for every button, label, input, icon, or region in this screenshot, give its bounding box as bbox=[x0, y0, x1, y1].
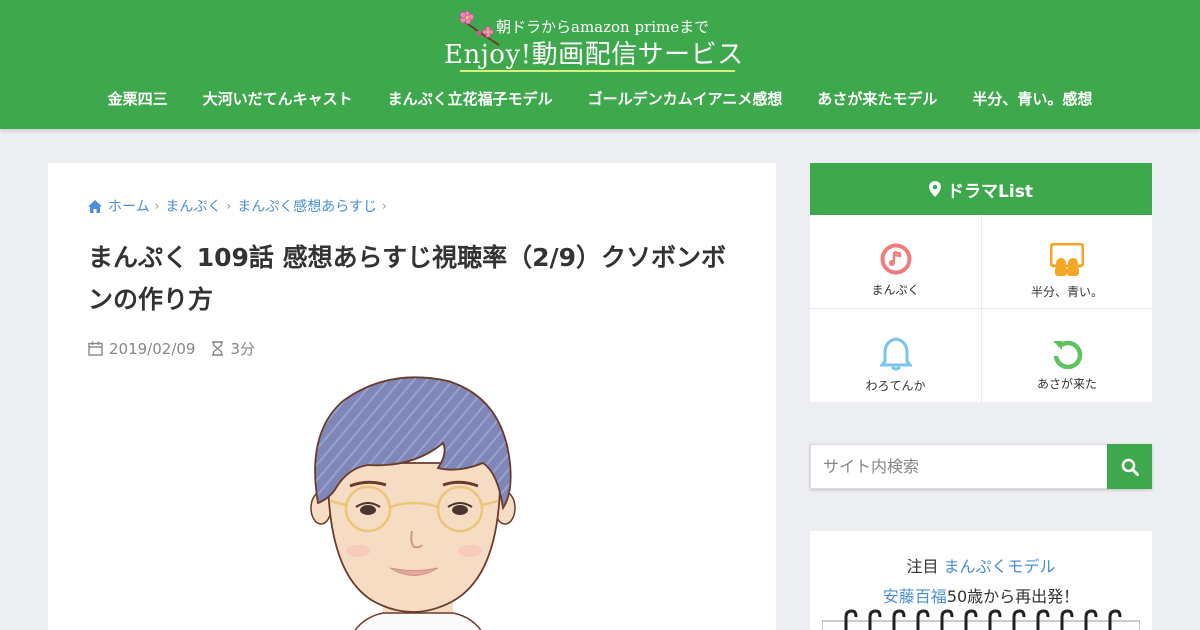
breadcrumb-manpuku-review[interactable]: まんぷく感想あらすじ bbox=[237, 196, 377, 216]
refresh-icon bbox=[1053, 340, 1083, 369]
calendar-icon bbox=[88, 341, 103, 356]
promo-link-manpuku-model[interactable]: まんぷくモデル bbox=[944, 557, 1056, 576]
read-time-text: 3分 bbox=[230, 340, 256, 358]
breadcrumb-manpuku[interactable]: まんぷく bbox=[165, 196, 221, 216]
map-pin-icon bbox=[929, 181, 942, 197]
drama-item-warotenka[interactable]: わろてんか bbox=[810, 309, 981, 402]
search-button[interactable] bbox=[1107, 444, 1152, 489]
breadcrumb: ホーム › まんぷく › まんぷく感想あらすじ › bbox=[88, 196, 393, 216]
article-card: ホーム › まんぷく › まんぷく感想あらすじ › まんぷく 109話 感想あら… bbox=[48, 163, 776, 630]
post-date: 2019/02/09 bbox=[88, 340, 195, 358]
promo-line-2: 安藤百福50歳から再出発！ bbox=[810, 583, 1152, 607]
article-meta: 2019/02/09 3分 bbox=[88, 338, 271, 359]
nav-item-asa-ga-kita[interactable]: あさが来たモデル bbox=[817, 88, 937, 109]
post-date-text: 2019/02/09 bbox=[109, 339, 196, 358]
sidebar-heading-text: ドラマList bbox=[947, 181, 1033, 202]
breadcrumb-home[interactable]: ホーム bbox=[108, 196, 150, 216]
nav-item-hanbun-aoi[interactable]: 半分、青い。感想 bbox=[972, 88, 1092, 109]
sidebar-drama-list-heading: ドラマList bbox=[810, 163, 1152, 215]
logo-underline bbox=[460, 70, 735, 72]
chevron-right-icon: › bbox=[226, 199, 232, 213]
search-icon bbox=[1121, 458, 1139, 476]
drama-item-label: 半分、青い。 bbox=[1030, 285, 1103, 299]
logo-title: Enjoy!動画配信サービス bbox=[444, 40, 744, 70]
nav-item-manpuku-model[interactable]: まんぷく立花福子モデル bbox=[388, 88, 553, 109]
promo-prefix: 注目 bbox=[906, 557, 939, 576]
nav-item-golden-kamuy[interactable]: ゴールデンカムイアニメ感想 bbox=[588, 88, 783, 109]
site-header: 朝ドラからamazon primeまで Enjoy!動画配信サービス 金栗四三 … bbox=[0, 0, 1200, 129]
people-board-icon bbox=[1050, 243, 1084, 276]
drama-item-label: あさが来た bbox=[1036, 377, 1097, 391]
promo-link-ando-momofuku[interactable]: 安藤百福 bbox=[883, 587, 947, 606]
promo-widget: 注目 まんぷくモデル 安藤百福50歳から再出発！ bbox=[810, 531, 1152, 630]
hourglass-icon bbox=[212, 341, 224, 356]
spiral-notebook-image bbox=[822, 609, 1140, 630]
chevron-right-icon: › bbox=[154, 199, 160, 213]
drama-item-label: まんぷく bbox=[871, 283, 920, 297]
promo-line-1: 注目 まんぷくモデル bbox=[810, 553, 1152, 577]
music-note-icon bbox=[880, 243, 911, 275]
nav-item-kanakuri[interactable]: 金栗四三 bbox=[108, 88, 168, 109]
bell-icon bbox=[879, 337, 912, 371]
chevron-right-icon: › bbox=[381, 199, 387, 213]
drama-item-manpuku[interactable]: まんぷく bbox=[810, 215, 981, 308]
search-input[interactable] bbox=[810, 444, 1107, 489]
home-icon bbox=[88, 199, 102, 213]
promo-suffix: 50歳から再出発！ bbox=[946, 587, 1080, 606]
site-search bbox=[810, 444, 1152, 489]
eyecatch-illustration bbox=[310, 376, 516, 630]
read-time: 3分 bbox=[211, 338, 255, 359]
drama-list-grid: まんぷく 半分、青い。 わろてんか あさが来た bbox=[810, 215, 1152, 402]
drama-item-asa-ga-kita[interactable]: あさが来た bbox=[982, 309, 1152, 402]
nav-item-idaten-cast[interactable]: 大河いだてんキャスト bbox=[203, 88, 353, 109]
main-nav: 金栗四三 大河いだてんキャスト まんぷく立花福子モデル ゴールデンカムイアニメ感… bbox=[0, 88, 1200, 109]
drama-item-label: わろてんか bbox=[865, 379, 926, 393]
drama-item-hanbun-aoi[interactable]: 半分、青い。 bbox=[982, 215, 1152, 308]
page-title: まんぷく 109話 感想あらすじ視聴率（2/9）クソボンボンの作り方 bbox=[88, 243, 727, 314]
site-logo[interactable]: 朝ドラからamazon primeまで Enjoy!動画配信サービス bbox=[440, 6, 760, 74]
